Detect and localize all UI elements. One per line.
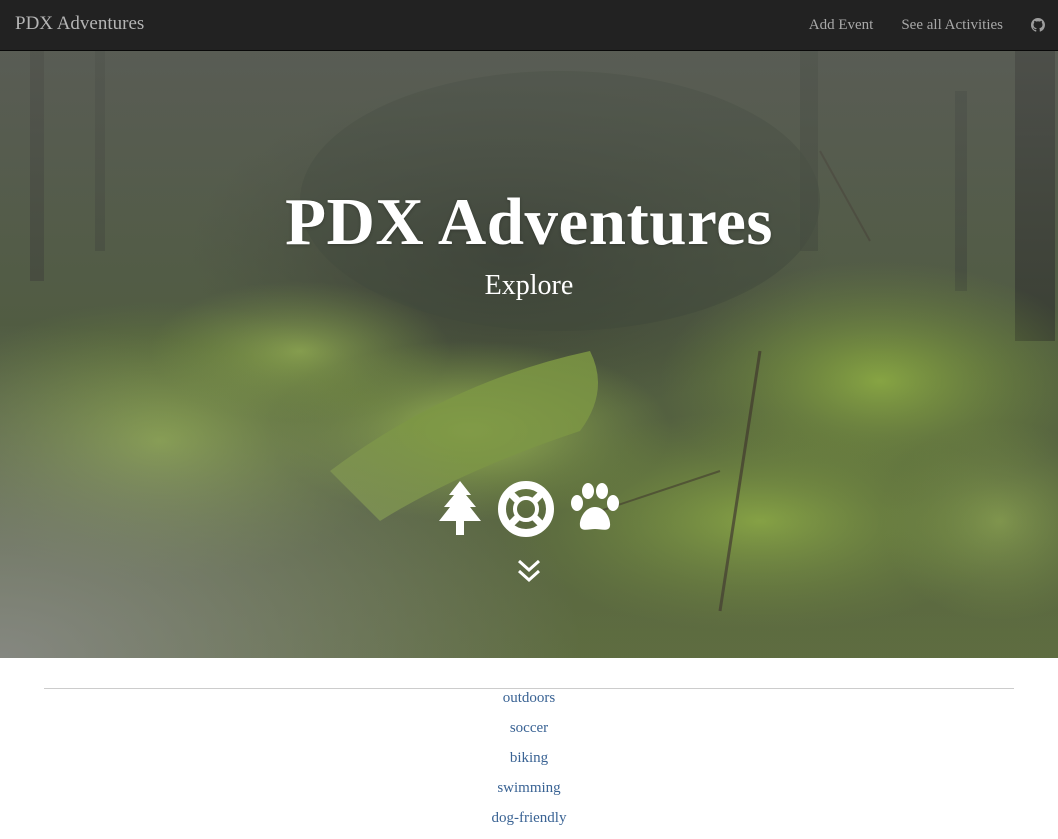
list-item: dog-friendly <box>0 803 1058 833</box>
add-event-link[interactable]: Add Event <box>809 15 874 35</box>
paw-icon[interactable] <box>567 481 623 542</box>
tag-link-biking[interactable]: biking <box>510 750 548 766</box>
tag-link-soccer[interactable]: soccer <box>510 720 548 736</box>
see-all-activities-link[interactable]: See all Activities <box>901 15 1003 35</box>
tree-icon[interactable] <box>435 479 485 544</box>
list-item: biking <box>0 743 1058 773</box>
navbar-links: Add Event See all Activities <box>809 0 1058 50</box>
hero-title: PDX Adventures <box>285 185 773 259</box>
activity-tag-list: outdoors soccer biking swimming dog-frie… <box>0 683 1058 833</box>
list-item: swimming <box>0 773 1058 803</box>
hero-subtitle: Explore <box>484 270 574 301</box>
top-navbar: PDX Adventures Add Event See all Activit… <box>0 0 1058 51</box>
tag-link-swimming[interactable]: swimming <box>497 780 560 796</box>
navbar-brand[interactable]: PDX Adventures <box>15 12 144 36</box>
life-ring-icon[interactable] <box>497 480 555 543</box>
tag-link-outdoors[interactable]: outdoors <box>503 690 556 706</box>
github-icon[interactable] <box>1031 18 1045 32</box>
hero-section: PDX Adventures Explore <box>0 51 1058 658</box>
list-item: outdoors <box>0 683 1058 713</box>
tag-link-dog-friendly[interactable]: dog-friendly <box>492 810 567 826</box>
hero-icons <box>0 479 1058 544</box>
double-chevron-down-icon[interactable] <box>515 557 543 585</box>
list-item: soccer <box>0 713 1058 743</box>
